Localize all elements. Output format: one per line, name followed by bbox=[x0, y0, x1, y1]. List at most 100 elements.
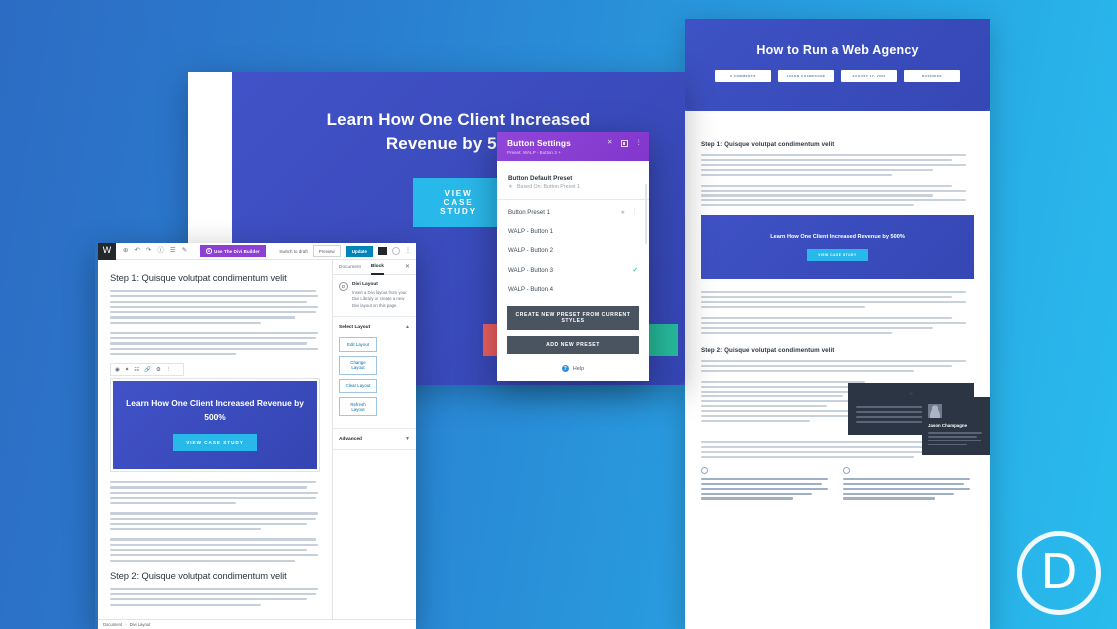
blog-paragraph bbox=[701, 291, 974, 309]
meta-chip: 0 COMMENTS bbox=[715, 70, 771, 83]
preset-row[interactable]: WALP - Button 4 bbox=[497, 280, 649, 299]
settings-icon[interactable]: ⚙ bbox=[156, 367, 161, 373]
preview-button[interactable]: Preview bbox=[312, 244, 341, 258]
add-icon[interactable]: ⊕ bbox=[123, 247, 128, 255]
blog-paragraph bbox=[701, 154, 974, 176]
block-info: D Divi Layout Insert a Divi layout from … bbox=[333, 275, 416, 318]
divi-icon: D bbox=[339, 282, 348, 291]
blog-cta-button[interactable]: VIEW CASE STUDY bbox=[807, 249, 868, 262]
modal-scrollbar[interactable] bbox=[645, 184, 647, 244]
undo-icon[interactable]: ↶ bbox=[134, 247, 139, 255]
blog-heading-1: Step 1: Quisque volutpat condimentum vel… bbox=[701, 141, 835, 148]
block-toolbar[interactable]: ◉ ✦ ☷ 🔗 ⚙ ⋮ bbox=[110, 363, 184, 377]
divider bbox=[497, 199, 649, 200]
align-icon[interactable]: ☷ bbox=[134, 367, 139, 373]
more-options-icon[interactable]: ⋮ bbox=[632, 209, 639, 216]
blog-footer-columns bbox=[685, 466, 990, 518]
chevron-down-icon[interactable]: ▼ bbox=[405, 436, 410, 442]
info-icon[interactable]: ⓘ bbox=[157, 247, 164, 255]
tab-document[interactable]: Document bbox=[339, 265, 361, 270]
bold-icon[interactable]: ✦ bbox=[125, 367, 130, 373]
editor-canvas[interactable]: Step 1: Quisque volutpat condimentum vel… bbox=[98, 260, 332, 629]
blog-cta-banner: Learn How One Client Increased Revenue b… bbox=[701, 215, 974, 280]
panel-layout-icon[interactable] bbox=[620, 140, 628, 147]
editor-heading-2[interactable]: Step 2: Quisque volutpat condimentum vel… bbox=[110, 570, 320, 581]
create-preset-from-styles-button[interactable]: CREATE NEW PRESET FROM CURRENT STYLES bbox=[507, 306, 639, 330]
editor-paragraph[interactable] bbox=[110, 481, 320, 505]
help-link[interactable]: ? Help bbox=[497, 360, 649, 381]
preset-row[interactable]: Button Preset 1 ★ ⋮ bbox=[497, 203, 649, 222]
use-divi-builder-button[interactable]: D Use The Divi Builder bbox=[200, 244, 266, 258]
editor-toolbar: W ⊕ ↶ ↷ ⓘ ☰ ✎ D Use The Divi Builder Swi… bbox=[98, 243, 416, 260]
edit-layout-button[interactable]: Edit Layout bbox=[339, 337, 377, 352]
editor-sidebar: Document Block ✕ D Divi Layout Insert a … bbox=[332, 260, 416, 629]
meta-chip: BUSINESS bbox=[904, 70, 960, 83]
editor-actions: Switch to draft Preview Update ⋮ bbox=[279, 244, 416, 258]
more-options-icon[interactable]: ⋮ bbox=[166, 367, 171, 373]
advanced-header[interactable]: Advanced ▼ bbox=[333, 429, 416, 449]
update-button[interactable]: Update bbox=[345, 245, 373, 257]
refresh-layout-button[interactable]: Refresh Layout bbox=[339, 397, 377, 417]
blog-hero: How to Run a Web Agency 0 COMMENTS JASON… bbox=[685, 19, 990, 111]
editor-heading-1[interactable]: Step 1: Quisque volutpat condimentum vel… bbox=[110, 272, 320, 283]
blog-page-preview: How to Run a Web Agency 0 COMMENTS JASON… bbox=[685, 19, 990, 629]
select-layout-header[interactable]: Select Layout ▲ bbox=[333, 317, 416, 337]
editor-cta-button[interactable]: VIEW CASE STUDY bbox=[173, 434, 257, 452]
editor-paragraph[interactable] bbox=[110, 587, 320, 606]
switch-to-draft-link[interactable]: Switch to draft bbox=[279, 249, 308, 254]
editor-cta-block[interactable]: Learn How One Client Increased Revenue b… bbox=[110, 378, 320, 473]
pencil-icon[interactable]: ✎ bbox=[182, 247, 187, 255]
change-layout-button[interactable]: Change Layout bbox=[339, 355, 377, 375]
block-description: Insert a Divi layout from your Divi Libr… bbox=[352, 289, 407, 308]
blog-paragraph bbox=[701, 359, 974, 372]
modal-preset-subtitle: Preset: WALP - Button 3 + bbox=[507, 150, 561, 155]
modal-body: Button Default Preset ★ Based On: Button … bbox=[497, 161, 649, 381]
button-settings-modal: Button Settings Preset: WALP - Button 3 … bbox=[497, 132, 649, 381]
blog-paragraph bbox=[701, 317, 974, 334]
add-new-preset-button[interactable]: ADD NEW PRESET bbox=[507, 336, 639, 354]
question-icon: ? bbox=[561, 365, 569, 372]
breadcrumb-document[interactable]: Document bbox=[103, 622, 122, 627]
modal-header: Button Settings Preset: WALP - Button 3 … bbox=[497, 132, 649, 161]
view-case-study-button[interactable]: VIEW CASE STUDY bbox=[412, 178, 505, 228]
editor-paragraph[interactable] bbox=[110, 538, 320, 562]
link-icon[interactable]: 🔗 bbox=[144, 367, 151, 373]
footer-circle-icon bbox=[843, 466, 850, 474]
redo-icon[interactable]: ↷ bbox=[146, 247, 151, 255]
more-options-icon[interactable]: ⋮ bbox=[405, 248, 411, 254]
editor-paragraph[interactable] bbox=[110, 290, 320, 324]
teal-module-block[interactable] bbox=[646, 324, 678, 356]
preset-row[interactable]: WALP - Button 2 bbox=[497, 241, 649, 260]
preset-row-selected[interactable]: WALP - Button 3 ✓ bbox=[497, 260, 649, 280]
breadcrumb-current[interactable]: Divi Layout bbox=[130, 622, 151, 627]
star-icon[interactable]: ★ bbox=[620, 209, 625, 216]
list-view-icon[interactable]: ☰ bbox=[170, 247, 176, 255]
meta-chip: JASON CHAMPAGNE bbox=[778, 70, 834, 83]
select-layout-section: Select Layout ▲ Edit Layout Change Layou… bbox=[333, 317, 416, 430]
more-options-icon[interactable]: ⋮ bbox=[636, 140, 643, 147]
footer-circle-icon bbox=[701, 466, 708, 474]
editor-paragraph[interactable] bbox=[110, 331, 320, 356]
select-layout-label: Select Layout bbox=[339, 324, 371, 330]
close-icon[interactable]: ✕ bbox=[607, 140, 612, 147]
star-icon: ★ bbox=[508, 184, 514, 190]
editor-cta-title: Learn How One Client Increased Revenue b… bbox=[126, 398, 304, 422]
wordpress-logo-icon[interactable]: W bbox=[98, 243, 116, 260]
chevron-up-icon[interactable]: ▲ bbox=[405, 324, 410, 330]
tab-block[interactable]: Block bbox=[370, 260, 384, 275]
footer-column bbox=[843, 466, 974, 502]
block-name: Divi Layout bbox=[352, 282, 378, 287]
wordpress-editor-window: W ⊕ ↶ ↷ ⓘ ☰ ✎ D Use The Divi Builder Swi… bbox=[95, 243, 416, 629]
editor-paragraph[interactable] bbox=[110, 512, 320, 531]
block-type-icon[interactable]: ◉ bbox=[115, 367, 120, 373]
avatar bbox=[928, 404, 942, 418]
default-preset-label: Button Default Preset bbox=[508, 175, 573, 182]
preset-row[interactable]: WALP - Button 1 bbox=[497, 222, 649, 241]
clear-layout-button[interactable]: Clear Layout bbox=[339, 378, 377, 394]
layout-buttons: Edit Layout Change Layout Clear Layout R… bbox=[333, 337, 416, 428]
settings-panel-icon[interactable] bbox=[378, 246, 387, 256]
close-icon[interactable]: ✕ bbox=[405, 264, 410, 270]
gear-icon[interactable] bbox=[391, 246, 400, 256]
footer-column bbox=[701, 466, 832, 502]
advanced-label: Advanced bbox=[339, 436, 362, 442]
